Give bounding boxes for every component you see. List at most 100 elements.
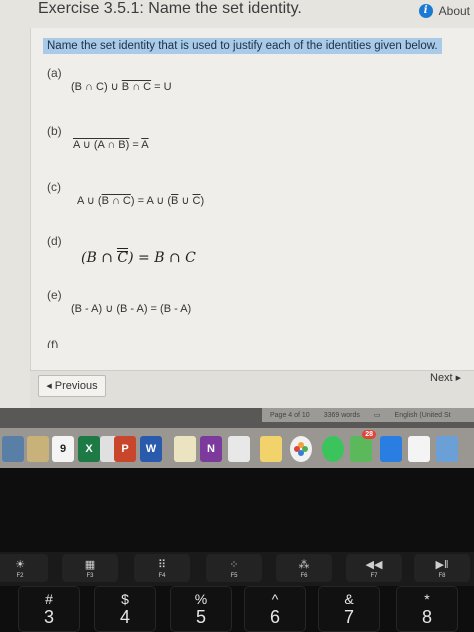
keyboard-area: ☀ F2 ▦ F3 ⠿ F4 ⁘ F5 ⁂ F6 ◀◀ F7 ▶‖ F8 #3 $4 % 5 ^…	[0, 468, 474, 632]
item-label-a: (a)	[47, 66, 62, 80]
mission-control-icon: ▦	[84, 558, 96, 571]
identity-b-equals: =	[129, 139, 142, 151]
photos-icon[interactable]	[290, 436, 312, 462]
key-4[interactable]: $4	[94, 586, 156, 632]
identity-c-part3: ∪	[178, 195, 193, 207]
notification-badge: 28	[362, 430, 376, 439]
mission-control-key[interactable]: ▦ F3	[62, 554, 118, 582]
item-label-e: (e)	[47, 288, 62, 302]
key-5[interactable]: % 5	[170, 586, 232, 632]
key-5-number: 5	[195, 607, 206, 627]
key-8-number: 8	[421, 607, 432, 627]
identity-e: (B - A) ∪ (B - A) = (B - A)	[71, 303, 192, 315]
identity-c-part1: A ∪ (	[77, 195, 102, 207]
identity-c-part4: )	[200, 195, 205, 207]
identity-a: (B ∩ C) ∪ B ∩ C = U	[71, 80, 172, 93]
key-7-number: 7	[343, 607, 354, 627]
play-pause-key[interactable]: ▶‖ F8	[414, 554, 470, 582]
stickies-icon[interactable]	[174, 436, 196, 462]
rewind-icon: ◀◀	[365, 558, 383, 571]
key-3-symbol: #	[45, 591, 53, 607]
key-5-symbol: %	[194, 591, 208, 607]
f3-label: F3	[86, 572, 94, 579]
app-store-icon[interactable]	[380, 436, 402, 462]
key-6[interactable]: ^ 6	[244, 586, 306, 632]
word-count[interactable]: 3369 words	[324, 412, 360, 419]
calendar-icon[interactable]: 9	[52, 436, 74, 462]
previous-label: Previous	[54, 380, 98, 392]
powerpoint-icon[interactable]: P	[114, 436, 136, 462]
word-icon[interactable]: W	[140, 436, 162, 462]
identity-d-part1: (B ∩	[81, 250, 118, 266]
item-label-f: (f)	[47, 338, 59, 348]
photos-flower-icon	[294, 442, 308, 456]
dock: 9 X P W N 28	[0, 428, 474, 468]
key-4-number: 4	[119, 607, 130, 627]
numbers-icon[interactable]	[408, 436, 430, 462]
key-8[interactable]: * 8	[396, 586, 458, 632]
chevron-right-icon: ▶	[455, 375, 462, 382]
onenote-icon[interactable]: N	[200, 436, 222, 462]
key-3-number: 3	[43, 607, 54, 627]
preview-icon[interactable]	[436, 436, 458, 462]
key-7-symbol: &	[344, 591, 354, 607]
about-label: About	[438, 4, 470, 18]
chevron-left-icon: ◀	[46, 383, 52, 390]
identity-d: (B ∩ C) = B ∩ C	[81, 248, 196, 266]
excel-icon[interactable]: X	[78, 436, 100, 462]
identity-c-part2: ) = A ∪ (	[130, 195, 172, 207]
question-panel: Name the set identity that is used to ju…	[30, 28, 474, 370]
about-link[interactable]: i About	[418, 4, 470, 18]
identity-b-rhs: A	[141, 139, 149, 151]
identity-b-complement: A ∪ (A ∩ B)	[73, 139, 130, 151]
title-bar: Exercise 3.5.1: Name the set identity. i…	[0, 0, 474, 28]
f2-label: F2	[16, 572, 24, 579]
screen: Exercise 3.5.1: Name the set identity. i…	[0, 0, 474, 408]
finder-icon[interactable]	[2, 436, 24, 462]
messages-icon[interactable]	[322, 436, 344, 462]
launchpad-key[interactable]: ⠿ F4	[134, 554, 190, 582]
exercise-title: Exercise 3.5.1: Name the set identity.	[38, 0, 302, 17]
identity-c-complement3: C	[192, 195, 201, 207]
identity-c-complement1: B ∩ C	[101, 195, 131, 207]
document-icon[interactable]	[228, 436, 250, 462]
identity-c: A ∪ (B ∩ C) = A ∪ (B ∪ C)	[77, 194, 204, 207]
launchpad-icon: ⠿	[157, 558, 167, 571]
identity-d-double-complement: C	[117, 248, 129, 266]
identity-a-lhs: (B ∩ C) ∪	[71, 81, 122, 93]
info-icon: i	[418, 4, 433, 18]
rewind-key[interactable]: ◀◀ F7	[346, 554, 402, 582]
previous-button[interactable]: ◀ Previous	[38, 375, 106, 397]
keyboard-brightness-up-key[interactable]: ⁂ F6	[276, 554, 332, 582]
notes-app-icon[interactable]	[27, 436, 49, 462]
keyboard-bright-icon: ⁂	[298, 558, 310, 571]
proofing-icon[interactable]: ▭	[374, 411, 381, 419]
f7-label: F7	[370, 572, 378, 579]
identity-a-rhs: = U	[151, 81, 172, 93]
item-label-b: (b)	[47, 124, 62, 138]
identity-a-complement: B ∩ C	[121, 81, 152, 93]
touch-bar: ☀ F2 ▦ F3 ⠿ F4 ⁘ F5 ⁂ F6 ◀◀ F7 ▶‖ F8	[0, 552, 474, 586]
item-label-d: (d)	[47, 234, 62, 248]
brightness-up-key[interactable]: ☀ F2	[0, 554, 48, 582]
key-7[interactable]: & 7	[318, 586, 380, 632]
instruction-text: Name the set identity that is used to ju…	[43, 38, 442, 54]
facetime-icon[interactable]: 28	[350, 430, 376, 462]
item-label-c: (c)	[47, 180, 61, 194]
key-3[interactable]: #3	[18, 586, 80, 632]
identity-d-part2: ) = B ∩ C	[128, 250, 196, 266]
navigation-bar: ◀ Previous Next ▶	[30, 370, 474, 408]
sketch-icon[interactable]	[260, 436, 282, 462]
key-4-symbol: $	[121, 591, 129, 607]
f5-label: F5	[230, 572, 238, 579]
keyboard-brightness-down-key[interactable]: ⁘ F5	[206, 554, 262, 582]
play-pause-icon: ▶‖	[435, 558, 449, 571]
word-status-bar: Page 4 of 10 3369 words ▭ English (Unite…	[262, 408, 474, 422]
f6-label: F6	[300, 572, 308, 579]
language-indicator[interactable]: English (United St	[395, 412, 451, 419]
f4-label: F4	[158, 572, 166, 579]
sun-icon: ☀	[15, 558, 25, 571]
next-button[interactable]: Next ▶	[430, 367, 470, 389]
f8-label: F8	[438, 572, 446, 579]
page-count[interactable]: Page 4 of 10	[270, 412, 310, 419]
